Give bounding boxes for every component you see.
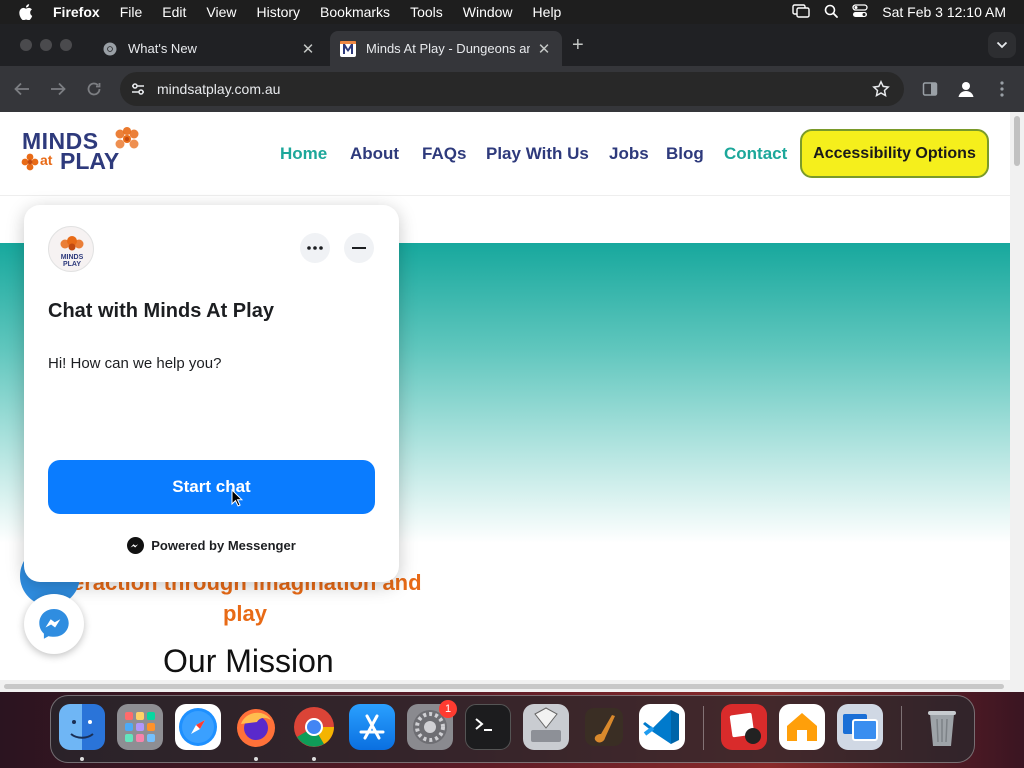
start-chat-button[interactable]: Start chat: [48, 460, 375, 514]
chrome-running-indicator: [312, 757, 316, 761]
messenger-icon: [39, 609, 69, 639]
browser-chrome: What's New ✕ Minds At Play - Dungeons an…: [0, 24, 1024, 112]
address-bar[interactable]: mindsatplay.com.au: [120, 72, 904, 106]
home-app-icon[interactable]: [779, 704, 825, 750]
browser-toolbar: mindsatplay.com.au: [0, 66, 1024, 112]
chrome-favicon-icon: [102, 41, 118, 57]
accessibility-options-button[interactable]: Accessibility Options: [800, 129, 989, 178]
logo-small-flower-icon: [21, 153, 39, 176]
screen-sharing-icon[interactable]: [837, 704, 883, 750]
garageband-icon[interactable]: [581, 704, 627, 750]
nav-jobs[interactable]: Jobs: [609, 144, 649, 164]
scrollbar-thumb[interactable]: [4, 684, 1004, 689]
profile-avatar-icon[interactable]: [955, 78, 977, 100]
powered-by-messenger[interactable]: Powered by Messenger: [24, 537, 399, 554]
site-logo[interactable]: MINDS at PLAY: [21, 127, 142, 178]
messenger-chat-widget: MINDS PLAY Chat with Minds At Play Hi! Ho…: [24, 205, 399, 582]
logo-play-text: PLAY: [60, 148, 120, 174]
control-center-icon[interactable]: [852, 3, 868, 21]
tab-title: What's New: [128, 41, 197, 56]
finder-icon[interactable]: [59, 704, 105, 750]
settings-notification-badge: 1: [439, 700, 457, 718]
horizontal-scrollbar[interactable]: [0, 680, 1024, 692]
browser-menu-icon[interactable]: [991, 78, 1013, 100]
window-controls: [20, 39, 72, 51]
firefox-icon[interactable]: [233, 704, 279, 750]
trash-icon[interactable]: [919, 704, 965, 750]
menu-tools[interactable]: Tools: [410, 4, 443, 20]
menu-history[interactable]: History: [256, 4, 300, 20]
reload-icon[interactable]: [84, 79, 104, 99]
menu-app-name[interactable]: Firefox: [53, 4, 100, 20]
nav-about[interactable]: About: [350, 144, 399, 164]
logo-at-text: at: [40, 152, 53, 168]
zoom-window-button[interactable]: [60, 39, 72, 51]
tab-title: Minds At Play - Dungeons and: [366, 41, 530, 56]
svg-text:PLAY: PLAY: [63, 261, 81, 268]
nav-faqs[interactable]: FAQs: [422, 144, 466, 164]
bookmark-star-icon[interactable]: [872, 80, 890, 103]
messenger-chat-launcher[interactable]: [24, 594, 84, 654]
spotlight-search-icon[interactable]: [824, 4, 839, 21]
finder-running-indicator: [80, 757, 84, 761]
safari-icon[interactable]: [175, 704, 221, 750]
more-options-icon[interactable]: [300, 233, 330, 263]
photo-booth-icon[interactable]: [721, 704, 767, 750]
site-header: MINDS at PLAY Home About FAQs Play With …: [0, 112, 1010, 196]
chrome-icon[interactable]: [291, 704, 337, 750]
mission-heading: Our Mission: [163, 643, 334, 679]
messenger-logo-icon: [127, 537, 145, 554]
firefox-running-indicator: [254, 757, 258, 761]
screen-mirroring-icon[interactable]: [792, 3, 810, 21]
nav-contact[interactable]: Contact: [724, 144, 787, 164]
back-arrow-icon[interactable]: [12, 79, 32, 99]
tab-whats-new[interactable]: What's New ✕: [92, 31, 326, 66]
vertical-scrollbar[interactable]: [1010, 112, 1024, 680]
site-settings-icon[interactable]: [130, 81, 146, 102]
tab-search-chevron-icon[interactable]: [988, 32, 1016, 58]
menu-window[interactable]: Window: [463, 4, 513, 20]
dock: 1: [50, 695, 975, 763]
terminal-icon[interactable]: [465, 704, 511, 750]
nav-play-with-us[interactable]: Play With Us: [486, 144, 589, 164]
close-window-button[interactable]: [20, 39, 32, 51]
close-tab-icon[interactable]: ✕: [536, 41, 552, 58]
new-tab-icon[interactable]: +: [572, 35, 584, 55]
menubar: Firefox File Edit View History Bookmarks…: [0, 0, 1024, 24]
mouse-cursor-icon: [231, 488, 244, 512]
apple-icon[interactable]: [19, 4, 35, 20]
minds-at-play-avatar: MINDS PLAY: [48, 226, 94, 272]
tab-strip: What's New ✕ Minds At Play - Dungeons an…: [0, 24, 1024, 66]
menu-file[interactable]: File: [120, 4, 143, 20]
menu-help[interactable]: Help: [533, 4, 562, 20]
side-panel-icon[interactable]: [919, 78, 941, 100]
chat-greeting: Hi! How can we help you?: [48, 355, 222, 372]
launchpad-icon[interactable]: [117, 704, 163, 750]
close-tab-icon[interactable]: ✕: [300, 41, 316, 58]
nav-blog[interactable]: Blog: [666, 144, 704, 164]
menubar-clock[interactable]: Sat Feb 3 12:10 AM: [882, 4, 1006, 20]
minds-at-play-favicon-icon: [340, 40, 356, 57]
url-text[interactable]: mindsatplay.com.au: [157, 81, 280, 97]
svg-text:MINDS: MINDS: [61, 254, 84, 261]
web-page: MINDS at PLAY Home About FAQs Play With …: [0, 112, 1010, 680]
chat-title: Chat with Minds At Play: [48, 300, 274, 322]
scrollbar-thumb[interactable]: [1014, 116, 1020, 166]
tab-minds-at-play[interactable]: Minds At Play - Dungeons and ✕: [330, 31, 562, 66]
minimize-chat-icon[interactable]: [344, 233, 374, 263]
nav-home[interactable]: Home: [280, 144, 327, 164]
dock-separator: [703, 706, 704, 750]
menu-view[interactable]: View: [206, 4, 236, 20]
menu-edit[interactable]: Edit: [162, 4, 186, 20]
boot-camp-icon[interactable]: [523, 704, 569, 750]
menu-bookmarks[interactable]: Bookmarks: [320, 4, 390, 20]
powered-by-text: Powered by Messenger: [151, 538, 296, 553]
minimize-window-button[interactable]: [40, 39, 52, 51]
dock-separator: [901, 706, 902, 750]
forward-arrow-icon[interactable]: [48, 79, 68, 99]
app-store-icon[interactable]: [349, 704, 395, 750]
visual-studio-code-icon[interactable]: [639, 704, 685, 750]
